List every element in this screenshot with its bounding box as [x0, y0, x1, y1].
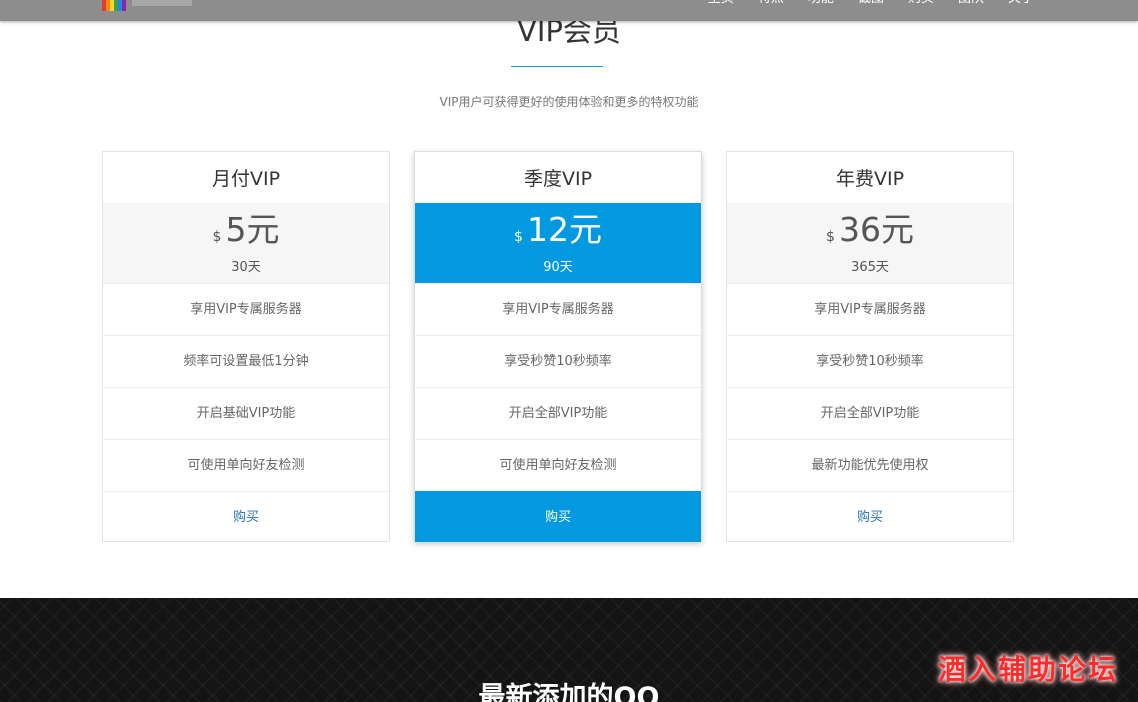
currency-symbol: $ [212, 229, 222, 245]
feature-item: 享用VIP专属服务器 [727, 283, 1013, 335]
price-box: $12元 90天 [415, 203, 701, 283]
price-amount: 12元 [526, 210, 602, 249]
feature-item: 频率可设置最低1分钟 [103, 335, 389, 387]
top-navbar: 主页 特点 功能 截图 购买 团队 关于 [0, 0, 1138, 21]
plan-name: 年费VIP [835, 168, 905, 190]
price-amount: 5元 [225, 210, 280, 249]
price-line: $36元 [727, 207, 1013, 253]
nav-item-team[interactable]: 团队 [946, 0, 996, 7]
feature-item: 享用VIP专属服务器 [415, 283, 701, 335]
logo-color-bars [102, 0, 126, 11]
feature-item: 最新功能优先使用权 [727, 439, 1013, 491]
nav-item-home[interactable]: 主页 [696, 0, 746, 7]
buy-button-quarterly[interactable]: 购买 [415, 491, 701, 542]
nav-item-screenshots[interactable]: 截图 [846, 0, 896, 7]
price-line: $12元 [415, 207, 701, 253]
price-period: 30天 [231, 260, 261, 275]
nav-item-functions[interactable]: 功能 [796, 0, 846, 7]
price-line: $5元 [103, 207, 389, 253]
feature-item: 可使用单向好友检测 [103, 439, 389, 491]
nav-item-buy[interactable]: 购买 [896, 0, 946, 7]
latest-qq-section: 最新添加的QQ 酒入辅助论坛 [0, 598, 1138, 702]
feature-item: 开启全部VIP功能 [727, 387, 1013, 439]
nav-menu: 主页 特点 功能 截图 购买 团队 关于 [696, 0, 1046, 7]
feature-item: 享用VIP专属服务器 [103, 283, 389, 335]
forum-watermark: 酒入辅助论坛 [937, 653, 1118, 686]
nav-item-features[interactable]: 特点 [746, 0, 796, 7]
plan-name: 季度VIP [523, 168, 593, 190]
price-period: 90天 [543, 260, 573, 275]
currency-symbol: $ [826, 229, 835, 245]
price-amount: 36元 [838, 210, 914, 249]
pricing-card-quarterly: 季度VIP $12元 90天 享用VIP专属服务器 享受秒赞10秒频率 开启全部… [414, 151, 702, 542]
page: 主页 特点 功能 截图 购买 团队 关于 VIP会员 VIP用户可获得更好的使用… [0, 0, 1138, 702]
price-period: 365天 [851, 260, 889, 275]
feature-list: 享用VIP专属服务器 频率可设置最低1分钟 开启基础VIP功能 可使用单向好友检… [103, 283, 389, 491]
feature-list: 享用VIP专属服务器 享受秒赞10秒频率 开启全部VIP功能 最新功能优先使用权 [727, 283, 1013, 491]
feature-item: 开启全部VIP功能 [415, 387, 701, 439]
feature-item: 开启基础VIP功能 [103, 387, 389, 439]
price-box: $5元 30天 [103, 203, 389, 283]
plan-name: 月付VIP [211, 168, 281, 190]
feature-item: 享受秒赞10秒频率 [415, 335, 701, 387]
section-subtitle: VIP用户可获得更好的使用体验和更多的特权功能 [439, 95, 699, 109]
currency-symbol: $ [514, 229, 523, 245]
buy-button-yearly[interactable]: 购买 [727, 491, 1013, 542]
buy-button-monthly[interactable]: 购买 [103, 491, 389, 542]
pricing-card-yearly: 年费VIP $36元 365天 享用VIP专属服务器 享受秒赞10秒频率 开启全… [726, 151, 1014, 542]
price-box: $36元 365天 [727, 203, 1013, 283]
feature-item: 可使用单向好友检测 [415, 439, 701, 491]
nav-item-about[interactable]: 关于 [996, 0, 1046, 7]
title-underline [511, 66, 603, 67]
site-logo[interactable] [102, 0, 212, 11]
feature-item: 享受秒赞10秒频率 [727, 335, 1013, 387]
pricing-card-monthly: 月付VIP $5元 30天 享用VIP专属服务器 频率可设置最低1分钟 开启基础… [102, 151, 390, 542]
logo-wordmark [132, 0, 192, 6]
feature-list: 享用VIP专属服务器 享受秒赞10秒频率 开启全部VIP功能 可使用单向好友检测 [415, 283, 701, 491]
